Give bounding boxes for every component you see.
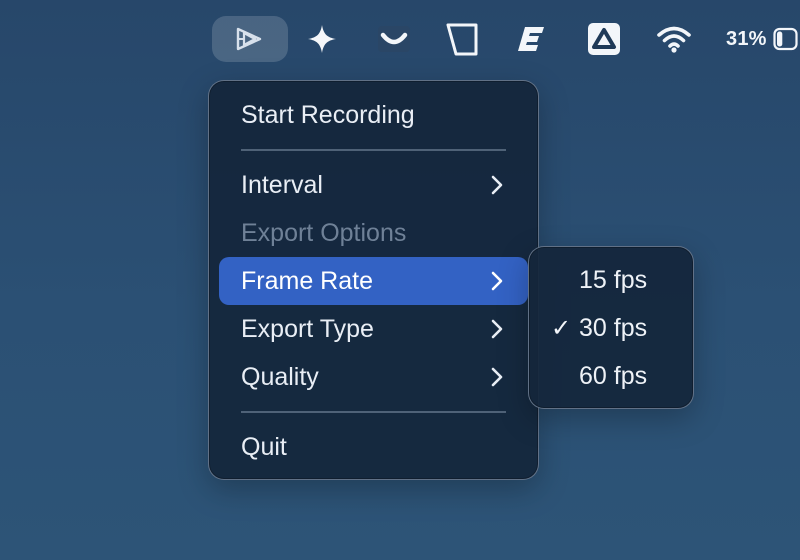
e-app-menu-extra[interactable] [514,16,550,62]
menu-item-quit[interactable]: Quit [219,423,528,471]
menu-section-label: Export Options [241,218,407,247]
menu-bar: 31% [0,0,800,80]
menu-item-interval[interactable]: Interval [219,161,528,209]
menu-separator [241,411,506,413]
crop-menu-extra[interactable] [440,16,484,62]
recorder-dropdown-menu: Start Recording Interval Export Options … [208,80,539,480]
checkmark-icon: ✓ [550,314,572,342]
menu-item-export-options-header: Export Options [219,209,528,257]
recorder-menu-extra[interactable] [212,16,288,62]
submenu-item-label: 15 fps [579,265,648,294]
menu-item-label: Quit [241,432,287,461]
wifi-icon [657,26,691,53]
chevron-right-icon [491,271,503,291]
battery-percent: 31% [726,27,767,50]
battery-icon [773,27,798,51]
drive-triangle-icon [588,23,620,55]
submenu-item-30fps[interactable]: ✓ 30 fps [537,304,685,352]
crop-shape-icon [446,23,478,56]
menu-item-label: Frame Rate [241,266,373,295]
sparkle-icon [308,25,336,53]
e-logo-icon [518,27,544,51]
battery-menu-extra[interactable]: 31% [726,16,800,62]
chevron-right-icon [491,175,503,195]
chevron-right-icon [491,367,503,387]
wifi-menu-extra[interactable] [654,16,694,62]
submenu-item-label: 30 fps [579,313,648,342]
menu-item-label: Interval [241,170,323,199]
submenu-item-15fps[interactable]: 15 fps [537,256,685,304]
frame-rate-submenu: 15 fps ✓ 30 fps 60 fps [528,246,694,409]
drive-menu-extra[interactable] [584,16,624,62]
menu-separator [241,149,506,151]
desktop-background: 31% Start Recording Interval Export Opti… [0,0,800,560]
menu-item-export-type[interactable]: Export Type [219,305,528,353]
recorder-app-icon [236,27,262,51]
smile-menu-extra[interactable] [372,16,416,62]
submenu-item-60fps[interactable]: 60 fps [537,352,685,400]
menu-item-label: Quality [241,362,319,391]
menu-item-quality[interactable]: Quality [219,353,528,401]
smile-arc-icon [378,26,410,52]
menu-item-label: Export Type [241,314,374,343]
menu-item-start-recording[interactable]: Start Recording [219,91,528,139]
submenu-item-label: 60 fps [579,361,648,390]
menu-item-frame-rate[interactable]: Frame Rate [219,257,528,305]
sparkle-menu-extra[interactable] [304,16,340,62]
chevron-right-icon [491,319,503,339]
menu-item-label: Start Recording [241,100,415,129]
